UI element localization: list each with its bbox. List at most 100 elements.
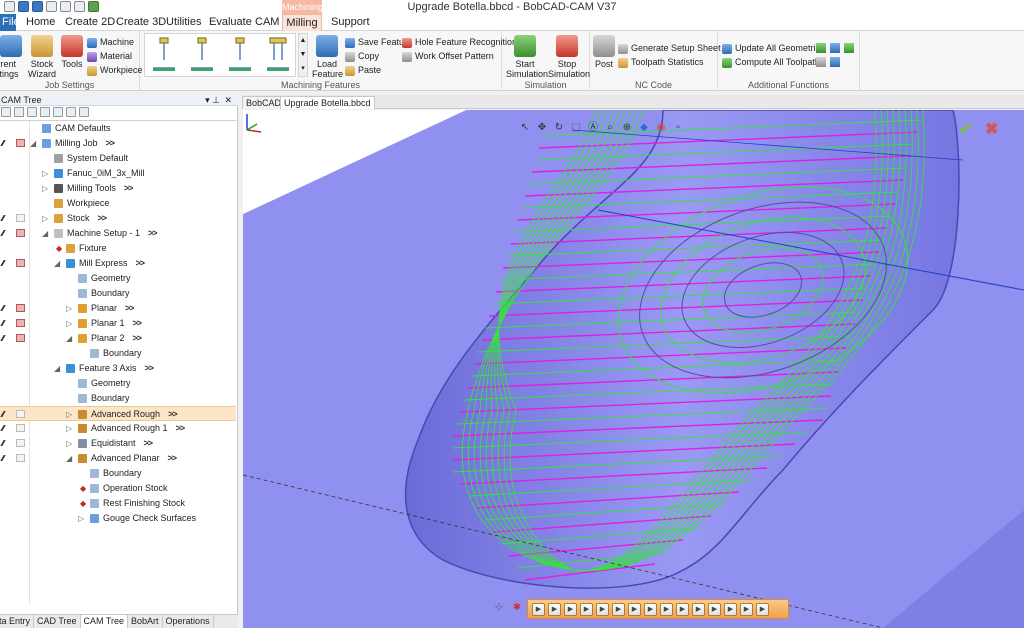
status-flag-icon[interactable] bbox=[16, 319, 25, 327]
tree-item[interactable]: ◢ Advanced Planar >> bbox=[0, 451, 236, 466]
copy-button[interactable]: Copy bbox=[345, 51, 379, 62]
post-button[interactable]: Post bbox=[593, 35, 615, 69]
doc-tab-upgrade-botella[interactable]: Upgrade Botella.bbcd bbox=[280, 96, 375, 109]
tree-item[interactable]: ▷ Gouge Check Surfaces bbox=[0, 511, 236, 526]
tree-item-more[interactable]: >> bbox=[98, 213, 107, 223]
close-icon[interactable]: ✕ bbox=[224, 95, 232, 105]
tab-bobart[interactable]: BobArt bbox=[128, 615, 163, 628]
status-flag-icon[interactable] bbox=[16, 334, 25, 342]
feature-gallery[interactable] bbox=[144, 33, 296, 77]
pencil-icon[interactable] bbox=[0, 305, 10, 311]
tab-home[interactable]: Home bbox=[24, 14, 57, 31]
paste-button[interactable]: Paste bbox=[345, 65, 381, 76]
tree-item-more[interactable]: >> bbox=[148, 228, 157, 238]
tree-item-more[interactable]: >> bbox=[144, 438, 153, 448]
pencil-icon[interactable] bbox=[0, 440, 10, 446]
tree-item[interactable]: ▷ Fanuc_0iM_3x_Mill bbox=[0, 166, 236, 181]
status-flag-icon[interactable] bbox=[16, 410, 25, 418]
status-flag-icon[interactable] bbox=[16, 439, 25, 447]
tab-support[interactable]: Support bbox=[329, 14, 372, 31]
tree-item[interactable]: Geometry bbox=[0, 376, 236, 391]
tree-item-more[interactable]: >> bbox=[168, 453, 177, 463]
layers-icon[interactable] bbox=[27, 107, 37, 117]
tree-item[interactable]: ◢ Mill Express >> bbox=[0, 256, 236, 271]
expander-icon[interactable]: ▷ bbox=[42, 166, 48, 181]
generate-setup-sheet-button[interactable]: Generate Setup Sheet bbox=[618, 43, 721, 54]
grid-icon[interactable] bbox=[79, 107, 89, 117]
tree-item[interactable]: ▷ Stock >> bbox=[0, 211, 236, 226]
pencil-icon[interactable] bbox=[0, 335, 10, 341]
cancel-x-icon[interactable]: ✖ bbox=[985, 122, 1001, 138]
status-flag-icon[interactable] bbox=[16, 229, 25, 237]
visibility-icon[interactable] bbox=[40, 107, 50, 117]
select-arrow-icon[interactable]: ↖ bbox=[519, 122, 531, 134]
toolpath-statistics-button[interactable]: Toolpath Statistics bbox=[618, 57, 704, 68]
pencil-icon[interactable] bbox=[0, 320, 10, 326]
pencil-icon[interactable] bbox=[0, 411, 10, 417]
sim-step-8-icon[interactable]: ▶ bbox=[644, 602, 657, 616]
tree-item[interactable]: Workpiece bbox=[0, 196, 236, 211]
tree-item[interactable]: ◢ Planar 2 >> bbox=[0, 331, 236, 346]
accept-checkmark-icon[interactable]: ✔ bbox=[959, 122, 975, 138]
tree-item[interactable]: Boundary bbox=[0, 346, 236, 361]
extra-tool-4-icon[interactable] bbox=[816, 57, 826, 67]
tab-milling[interactable]: Milling bbox=[282, 14, 322, 31]
extra-tool-2-icon[interactable] bbox=[830, 43, 840, 53]
expander-icon[interactable]: ◢ bbox=[30, 136, 36, 151]
tree-item-more[interactable]: >> bbox=[168, 409, 177, 419]
machine-button[interactable]: Machine bbox=[87, 37, 134, 48]
tree-item-more[interactable]: >> bbox=[133, 333, 142, 343]
edit-icon[interactable] bbox=[53, 107, 63, 117]
tree-item-more[interactable]: >> bbox=[125, 303, 134, 313]
tree-item[interactable]: ▷ Advanced Rough 1 >> bbox=[0, 421, 236, 436]
pencil-icon[interactable] bbox=[0, 230, 10, 236]
pan-icon[interactable]: ✥ bbox=[536, 122, 548, 134]
tab-operations[interactable]: Operations bbox=[163, 615, 214, 628]
status-flag-icon[interactable] bbox=[16, 139, 25, 147]
status-flag-icon[interactable] bbox=[16, 259, 25, 267]
stop-simulation-button[interactable]: Stop Simulation bbox=[548, 35, 590, 79]
expander-icon[interactable]: ▷ bbox=[78, 511, 84, 526]
expander-icon[interactable]: ◢ bbox=[42, 226, 48, 241]
pin-icon[interactable]: ▾ ⊥ bbox=[205, 95, 220, 105]
load-feature-button[interactable]: Load Feature bbox=[312, 35, 343, 79]
extra-tool-5-icon[interactable] bbox=[830, 57, 840, 67]
status-flag-icon[interactable] bbox=[16, 304, 25, 312]
expander-icon[interactable]: ▷ bbox=[66, 421, 72, 436]
expander-icon[interactable]: ▷ bbox=[42, 211, 48, 226]
sim-step-13-icon[interactable]: ▶ bbox=[724, 602, 737, 616]
hole-feature-recognition-button[interactable]: Hole Feature Recognition bbox=[402, 37, 517, 48]
sim-step-14-icon[interactable]: ▶ bbox=[740, 602, 753, 616]
sim-pin-icon[interactable]: ⊹ bbox=[493, 602, 505, 614]
display-options-icon[interactable]: ▫ bbox=[672, 122, 684, 134]
tab-cam[interactable]: CAM bbox=[253, 14, 281, 31]
tab-file[interactable]: File bbox=[0, 14, 16, 31]
compute-all-toolpath-button[interactable]: Compute All Toolpath bbox=[722, 57, 820, 68]
tree-item[interactable]: Geometry bbox=[0, 271, 236, 286]
magnifier-icon[interactable]: ⌕ bbox=[604, 122, 616, 134]
tree-item[interactable]: ▷ Advanced Rough >> bbox=[0, 406, 236, 421]
pencil-icon[interactable] bbox=[0, 215, 10, 221]
expander-icon[interactable]: ▷ bbox=[66, 316, 72, 331]
pencil-icon[interactable] bbox=[0, 140, 10, 146]
sim-step-11-icon[interactable]: ▶ bbox=[692, 602, 705, 616]
material-button[interactable]: Material bbox=[87, 51, 132, 62]
tools-button[interactable]: Tools bbox=[60, 35, 84, 69]
gallery-scroll[interactable]: ▲ ▼ ▾ bbox=[298, 33, 308, 77]
tree-item[interactable]: ◆ Rest Finishing Stock bbox=[0, 496, 236, 511]
tab-cad-tree[interactable]: CAD Tree bbox=[34, 615, 81, 628]
pencil-icon[interactable] bbox=[0, 425, 10, 431]
sim-step-5-icon[interactable]: ▶ bbox=[596, 602, 609, 616]
tab-utilities[interactable]: Utilities bbox=[164, 14, 203, 31]
expander-icon[interactable]: ◢ bbox=[54, 256, 60, 271]
tab-create-2d[interactable]: Create 2D bbox=[63, 14, 117, 31]
sim-step-6-icon[interactable]: ▶ bbox=[612, 602, 625, 616]
start-simulation-button[interactable]: Start Simulation bbox=[506, 35, 548, 79]
tree-item[interactable]: ◆ Fixture bbox=[0, 241, 236, 256]
work-offset-pattern-button[interactable]: Work Offset Pattern bbox=[402, 51, 494, 62]
list-icon[interactable] bbox=[66, 107, 76, 117]
sim-step-15-icon[interactable]: ▶ bbox=[756, 602, 769, 616]
extra-tool-1-icon[interactable] bbox=[816, 43, 826, 53]
tab-cam-tree[interactable]: CAM Tree bbox=[80, 615, 129, 628]
zoom-window-icon[interactable]: ⬚ bbox=[570, 122, 582, 134]
